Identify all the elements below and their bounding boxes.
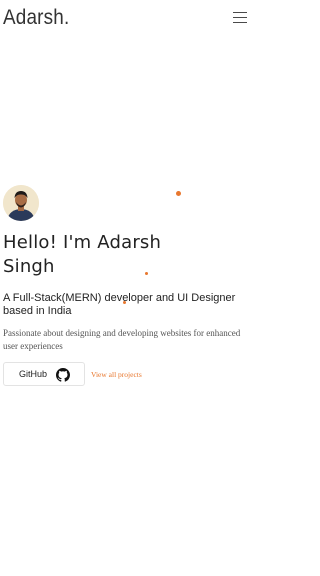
- header: Adarsh.: [0, 0, 263, 40]
- view-all-projects-link[interactable]: View all projects: [91, 370, 142, 379]
- avatar: [3, 185, 39, 221]
- hamburger-menu-icon[interactable]: [229, 6, 251, 28]
- hero-description: Passionate about designing and developin…: [3, 328, 241, 351]
- github-button[interactable]: GitHub: [3, 362, 85, 386]
- hero-greeting: Hello! I'm Adarsh Singh: [3, 232, 162, 277]
- github-button-label: GitHub: [19, 369, 48, 379]
- page: Adarsh. Hello! I'm Adarsh Singh A Full-S…: [0, 0, 263, 576]
- menu-line: [233, 22, 247, 24]
- logo[interactable]: Adarsh.: [3, 6, 69, 30]
- decorative-dot: [176, 191, 181, 196]
- profile-avatar: [3, 185, 39, 221]
- menu-line: [233, 12, 247, 14]
- menu-line: [233, 17, 247, 19]
- hero-subtitle: A Full-Stack(MERN) developer and UI Desi…: [3, 292, 236, 317]
- github-icon: [56, 368, 70, 382]
